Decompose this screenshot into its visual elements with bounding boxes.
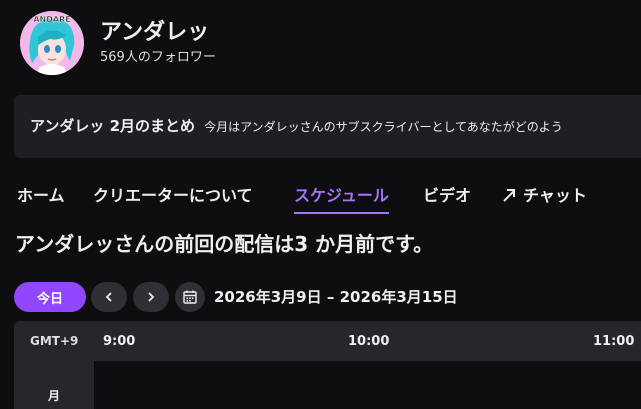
tab-home[interactable]: ホーム: [17, 182, 65, 214]
today-button[interactable]: 今日: [14, 282, 86, 312]
tab-about[interactable]: クリエーターについて: [93, 182, 253, 214]
channel-name[interactable]: アンダレッ: [100, 14, 209, 46]
day-column: 月: [14, 361, 94, 409]
calendar-picker-button[interactable]: [175, 282, 205, 312]
timezone-label: GMT+9: [30, 334, 79, 348]
schedule-time-header: GMT+9 9:00 10:00 11:00: [14, 321, 641, 361]
tab-label: チャット: [523, 186, 587, 205]
channel-avatar[interactable]: ANDARE: [20, 11, 84, 75]
external-link-arrow-icon: [501, 186, 517, 205]
week-date-range: 2026年3月9日 – 2026年3月15日: [214, 288, 458, 306]
tab-label: ビデオ: [423, 186, 472, 205]
tab-schedule[interactable]: スケジュール: [294, 182, 389, 214]
day-label-monday: 月: [48, 389, 61, 403]
time-slot-label: 10:00: [348, 334, 390, 349]
previous-week-button[interactable]: [91, 282, 127, 312]
banner-description: 今月はアンダレッさんのサブスクライバーとしてあなたがどのよう: [204, 120, 563, 134]
banner-text: アンダレッ 2月のまとめ 今月はアンダレッさんのサブスクライバーとしてあなたがど…: [30, 115, 563, 136]
next-week-button[interactable]: [133, 282, 169, 312]
monthly-recap-banner[interactable]: アンダレッ 2月のまとめ 今月はアンダレッさんのサブスクライバーとしてあなたがど…: [14, 95, 641, 158]
calendar-icon: [183, 290, 197, 304]
tab-label: スケジュール: [294, 186, 389, 205]
tab-videos[interactable]: ビデオ: [423, 182, 471, 214]
avatar-illustration: ANDARE: [20, 11, 84, 75]
tab-label: ホーム: [17, 186, 65, 205]
follower-count: 569人のフォロワー: [100, 50, 216, 65]
chevron-left-icon: [105, 292, 112, 302]
tab-chat[interactable]: チャット: [501, 182, 587, 214]
tab-label: クリエーターについて: [93, 186, 253, 205]
time-slot-label: 9:00: [103, 334, 136, 349]
time-slot-label: 11:00: [593, 334, 635, 349]
avatar-logo-text: ANDARE: [33, 15, 70, 24]
chevron-right-icon: [148, 292, 155, 302]
last-stream-notice: アンダレッさんの前回の配信は3 か月前です。: [15, 232, 434, 256]
banner-title: アンダレッ 2月のまとめ: [30, 117, 196, 135]
schedule-page: ANDARE アンダレッ 569人のフォロワー アンダレッ 2月のまとめ 今月は…: [0, 0, 641, 409]
